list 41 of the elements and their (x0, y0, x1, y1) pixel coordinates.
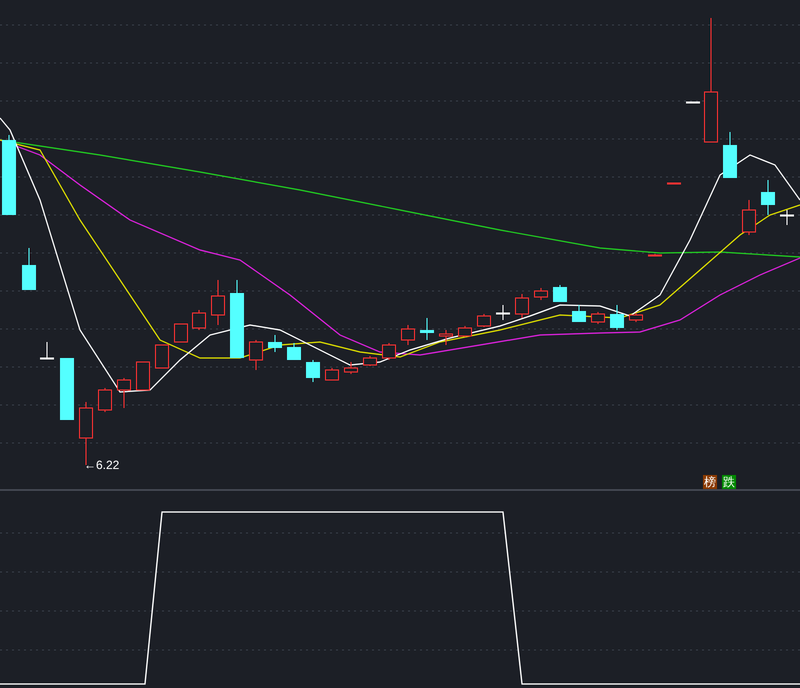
candlestick (306, 360, 320, 382)
candlestick (40, 342, 54, 360)
candlestick (648, 254, 662, 256)
candlestick (60, 358, 74, 420)
candlestick (211, 280, 225, 326)
low-price-label: ←6.22 (84, 459, 120, 471)
candlestick (553, 284, 567, 302)
candlestick (439, 330, 453, 346)
candlestick (401, 324, 415, 346)
candlestick (344, 362, 358, 374)
candlestick (591, 312, 605, 324)
candlestick (496, 304, 510, 320)
candlestick (420, 318, 434, 340)
candlestick (155, 344, 169, 368)
candlestick (382, 342, 396, 360)
candlestick (136, 362, 150, 390)
candlestick (742, 200, 756, 236)
candlestick (117, 378, 131, 408)
candlestick (325, 368, 339, 380)
candlestick (22, 248, 36, 290)
candlestick (287, 342, 301, 360)
candlestick (780, 210, 794, 226)
badge[interactable]: 榜 (703, 475, 717, 489)
candlestick (686, 102, 700, 104)
candlestick (629, 312, 643, 322)
candlestick (572, 304, 586, 322)
candlestick (98, 388, 112, 412)
candlestick (667, 182, 681, 184)
candlestick (477, 314, 491, 328)
candlestick (363, 356, 377, 366)
candlestick (458, 326, 472, 338)
candlestick (534, 288, 548, 300)
candlestick (761, 180, 775, 216)
candlestick (723, 132, 737, 178)
candlestick (268, 334, 282, 352)
candlestick (249, 340, 263, 370)
candlestick (192, 310, 206, 330)
badge[interactable]: 跌 (722, 475, 736, 489)
candlestick (515, 294, 529, 318)
candlestick (610, 304, 624, 330)
candlestick (174, 324, 188, 342)
